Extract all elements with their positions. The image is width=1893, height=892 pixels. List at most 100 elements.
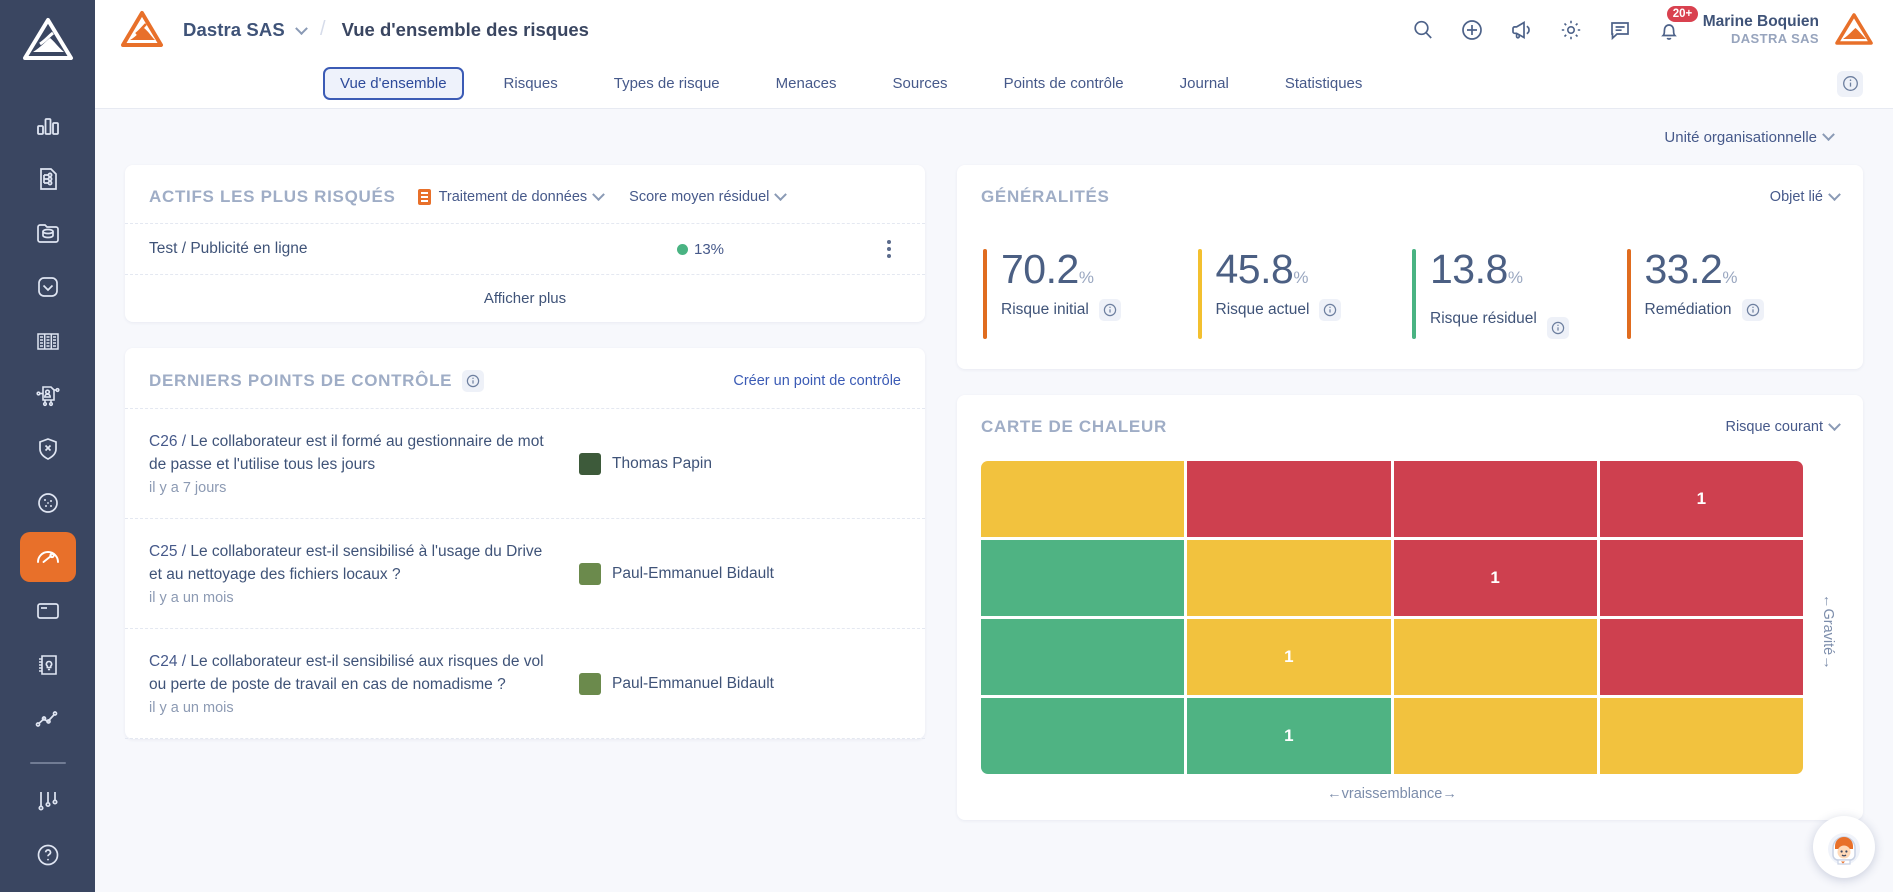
sidebar-item-data-repository[interactable] [20,208,76,258]
sidebar-item-help[interactable] [20,830,76,880]
avatar [579,562,601,585]
heatmap-cell-r1-c1[interactable] [981,461,1185,537]
sidebar-item-processing[interactable] [20,154,76,204]
top-header: Dastra SAS / Vue d'ensemble des risques [95,0,1893,59]
page-title: Vue d'ensemble des risques [341,18,589,40]
main-sidebar [0,0,95,892]
org-unit-filter[interactable]: Unité organisationnelle [1664,127,1835,146]
list-item[interactable]: C26 / Le collaborateur est il formé au g… [125,409,925,519]
heatmap-cell-r2-c4[interactable] [1599,540,1803,616]
heatmap-cell-r1-c2[interactable] [1187,461,1391,537]
stat-risque-initial: 70.2% Risque initial [981,249,1196,339]
heatmap-cell-r4-c4[interactable] [1599,698,1803,774]
control-point-title: C24 / Le collaborateur est-il sensibilis… [149,651,549,697]
info-icon[interactable] [1741,299,1764,321]
breadcrumb-brand[interactable]: Dastra SAS [183,19,308,41]
avatar[interactable] [1833,11,1875,49]
control-point-owner: Paul-Emmanuel Bidault [549,562,901,585]
dastra-logo[interactable] [20,14,76,66]
heatmap-cell-r1-c4[interactable]: 1 [1599,461,1803,537]
heatmap-cell-r4-c2[interactable]: 1 [1187,698,1391,774]
latest-control-points-card: DERNIERS POINTS DE CONTRÔLE Créer un poi… [125,348,925,739]
chevron-down-icon [774,187,788,201]
generalities-title: GÉNÉRALITÉS [981,187,1110,206]
tab-menaces[interactable]: Menaces [760,68,853,99]
tab-risques[interactable]: Risques [488,68,574,99]
tab-statistiques[interactable]: Statistiques [1269,68,1379,99]
show-more-button[interactable]: Afficher plus [125,275,925,322]
heatmap-cell-r1-c3[interactable] [1393,461,1597,537]
heatmap-cell-r2-c1[interactable] [981,540,1185,616]
heatmap-cell-r2-c3[interactable]: 1 [1393,540,1597,616]
sidebar-item-dashboard[interactable] [20,100,76,150]
sidebar-item-analytics[interactable] [20,694,76,744]
sidebar-item-notebook[interactable] [20,640,76,690]
heatmap-risk-filter[interactable]: Risque courant [1725,417,1841,435]
dashboard-columns: ACTIFS LES PLUS RISQUÉS Traitement de do… [125,165,1863,846]
gear-icon[interactable] [1559,18,1583,42]
table-row[interactable]: Test / Publicité en ligne 13% [125,224,925,275]
bell-icon[interactable]: 20+ [1657,5,1699,42]
folder-database-icon [35,220,61,246]
heatmap-cell-r4-c1[interactable] [981,698,1185,774]
linked-object-filter[interactable]: Objet lié [1770,187,1841,205]
sidebar-item-settings[interactable] [20,776,76,826]
tab-sources[interactable]: Sources [877,68,964,99]
stat-label-row: Risque actuel [1216,299,1342,321]
heatmap-cell-r3-c1[interactable] [981,619,1185,695]
info-icon[interactable] [462,370,485,392]
info-icon[interactable] [1837,70,1863,97]
control-point-question: Le collaborateur est-il sensibilisé à l'… [149,543,543,583]
stat-unit: % [1078,268,1094,287]
plus-circle-icon[interactable] [1460,18,1484,42]
sidebar-item-compliance[interactable] [20,262,76,312]
control-point-title: C26 / Le collaborateur est il formé au g… [149,431,549,477]
info-icon[interactable] [1098,299,1121,321]
heatmap-cell-r2-c2[interactable] [1187,540,1391,616]
sidebar-item-subjects[interactable] [20,370,76,420]
person-network-icon [35,382,61,408]
info-icon[interactable] [1319,299,1342,321]
tab-journal[interactable]: Journal [1164,68,1245,99]
heatmap-cell-r4-c3[interactable] [1393,698,1597,774]
tab-points-de-controle[interactable]: Points de contrôle [988,68,1140,99]
sidebar-item-cookies[interactable] [20,478,76,528]
data-processing-icon [417,189,431,205]
heatmap-cell-r3-c3[interactable] [1393,619,1597,695]
control-point-timestamp: il y a un mois [149,699,234,716]
row-menu-icon[interactable] [877,240,901,258]
heatmap-cell-r3-c4[interactable] [1599,619,1803,695]
asset-score: 13% [677,241,877,258]
tab-vue-densemble[interactable]: Vue d'ensemble [323,67,464,100]
cookie-icon [35,490,61,516]
chat-support-bubble[interactable] [1813,816,1875,878]
heatmap-body: 1111 ←vraissemblance→ ←Gravité→ [957,453,1863,820]
asset-score-filter[interactable]: Score moyen résiduel [629,187,788,205]
tab-types-de-risque[interactable]: Types de risque [598,68,736,99]
list-item[interactable]: C25 / Le collaborateur est-il sensibilis… [125,519,925,629]
shield-check-icon [35,274,61,300]
riskiest-assets-header: ACTIFS LES PLUS RISQUÉS Traitement de do… [125,165,925,224]
brand-logo-icon[interactable] [119,9,165,51]
control-point-owner-name: Thomas Papin [612,454,712,472]
stat-accent-bar [983,249,987,339]
heatmap-cell-r3-c2[interactable]: 1 [1187,619,1391,695]
megaphone-icon[interactable] [1509,18,1534,42]
search-icon[interactable] [1411,18,1435,42]
list-item[interactable]: C24 / Le collaborateur est-il sensibilis… [125,629,925,739]
sidebar-item-documents[interactable] [20,586,76,636]
header-icon-group: 20+ [1411,5,1699,42]
stat-accent-bar [1412,249,1416,339]
sidebar-item-incidents[interactable] [20,424,76,474]
control-point-text: C24 / Le collaborateur est-il sensibilis… [149,651,549,716]
info-icon[interactable] [1546,317,1569,339]
sidebar-item-risks[interactable] [19,532,76,582]
create-control-point-button[interactable]: Créer un point de contrôle [733,373,901,389]
user-name: Marine Boquien [1702,13,1819,31]
user-menu[interactable]: Marine Boquien DASTRA SAS [1703,13,1819,46]
stat-label: Risque actuel [1215,301,1310,318]
sidebar-item-registry[interactable] [20,316,76,366]
status-dot-icon [677,243,688,255]
chat-icon[interactable] [1608,18,1632,42]
asset-type-filter[interactable]: Traitement de données [417,187,606,205]
